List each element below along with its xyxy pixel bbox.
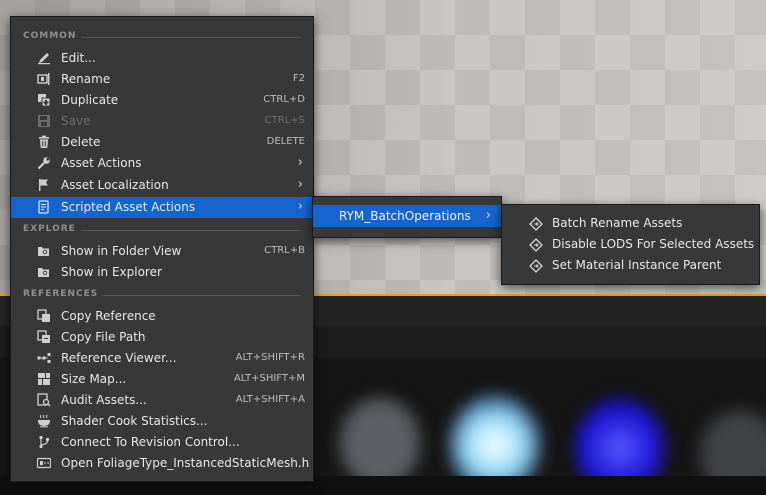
- size-map-icon: [38, 373, 50, 385]
- chevron-right-icon: ›: [297, 199, 303, 214]
- menu-item-copy-file-path[interactable]: Copy File Path: [11, 327, 313, 348]
- section-explore: EXPLORE: [23, 224, 313, 234]
- folder-search-icon: [38, 247, 49, 256]
- save-icon: [38, 115, 50, 127]
- wrench-icon: [37, 157, 50, 170]
- menu-item-edit[interactable]: Edit...: [11, 48, 313, 69]
- menu-item-copy-reference[interactable]: Copy Reference: [11, 306, 313, 327]
- menu-item-asset-localization[interactable]: Asset Localization ›: [11, 175, 313, 196]
- scripted-actions-submenu: RYM_BatchOperations ›: [312, 196, 502, 238]
- menu-item-scripted-asset-actions[interactable]: Scripted Asset Actions ›: [11, 197, 313, 218]
- menu-item-save[interactable]: Save CTRL+S: [11, 111, 313, 132]
- menu-item-asset-actions[interactable]: Asset Actions ›: [11, 153, 313, 174]
- flag-icon: [39, 179, 48, 191]
- batch-operations-submenu: Batch Rename Assets Disable LODS For Sel…: [501, 204, 760, 285]
- script-action-icon: [529, 259, 543, 273]
- section-references: REFERENCES: [23, 289, 313, 299]
- chevron-right-icon: ›: [297, 155, 303, 170]
- submenu-item-rym-batch-operations[interactable]: RYM_BatchOperations ›: [313, 205, 501, 227]
- section-common: COMMON: [23, 31, 313, 41]
- menu-item-show-in-folder-view[interactable]: Show in Folder View CTRL+B: [11, 241, 313, 262]
- submenu-item-batch-rename-assets[interactable]: Batch Rename Assets: [502, 213, 759, 234]
- submenu-item-disable-lods[interactable]: Disable LODS For Selected Assets: [502, 234, 759, 255]
- menu-item-delete[interactable]: Delete DELETE: [11, 132, 313, 153]
- menu-item-reference-viewer[interactable]: Reference Viewer... ALT+SHIFT+R: [11, 348, 313, 369]
- menu-item-audit-assets[interactable]: Audit Assets... ALT+SHIFT+A: [11, 390, 313, 411]
- script-icon: [38, 200, 49, 214]
- duplicate-icon: [38, 94, 51, 107]
- menu-item-connect-revision-control[interactable]: Connect To Revision Control...: [11, 432, 313, 453]
- menu-item-shader-cook-statistics[interactable]: Shader Cook Statistics...: [11, 411, 313, 432]
- folder-search-icon: [38, 268, 49, 277]
- copy-reference-icon: [37, 309, 50, 322]
- submenu-item-set-material-instance-parent[interactable]: Set Material Instance Parent: [502, 255, 759, 276]
- pencil-icon: [38, 53, 50, 65]
- menu-item-duplicate[interactable]: Duplicate CTRL+D: [11, 90, 313, 111]
- menu-item-open-source-file[interactable]: Open FoliageType_InstancedStaticMesh.h: [11, 453, 313, 474]
- script-action-icon: [529, 238, 543, 252]
- cpp-file-icon: [37, 457, 51, 469]
- rename-icon: [37, 73, 50, 85]
- menu-item-rename[interactable]: Rename F2: [11, 69, 313, 90]
- menu-item-show-in-explorer[interactable]: Show in Explorer: [11, 262, 313, 283]
- audit-icon: [37, 393, 51, 407]
- menu-item-size-map[interactable]: Size Map... ALT+SHIFT+M: [11, 369, 313, 390]
- trash-icon: [39, 135, 49, 148]
- script-action-icon: [529, 217, 543, 231]
- asset-thumbnail[interactable]: [340, 398, 420, 488]
- asset-context-menu: COMMON Edit... Rename F2 Duplicate CTRL+…: [10, 16, 314, 482]
- reference-viewer-icon: [37, 353, 51, 363]
- branch-icon: [39, 435, 50, 449]
- copy-path-icon: [37, 330, 50, 343]
- chevron-right-icon: ›: [485, 208, 491, 223]
- cooking-pot-icon: [38, 414, 50, 428]
- chevron-right-icon: ›: [297, 177, 303, 192]
